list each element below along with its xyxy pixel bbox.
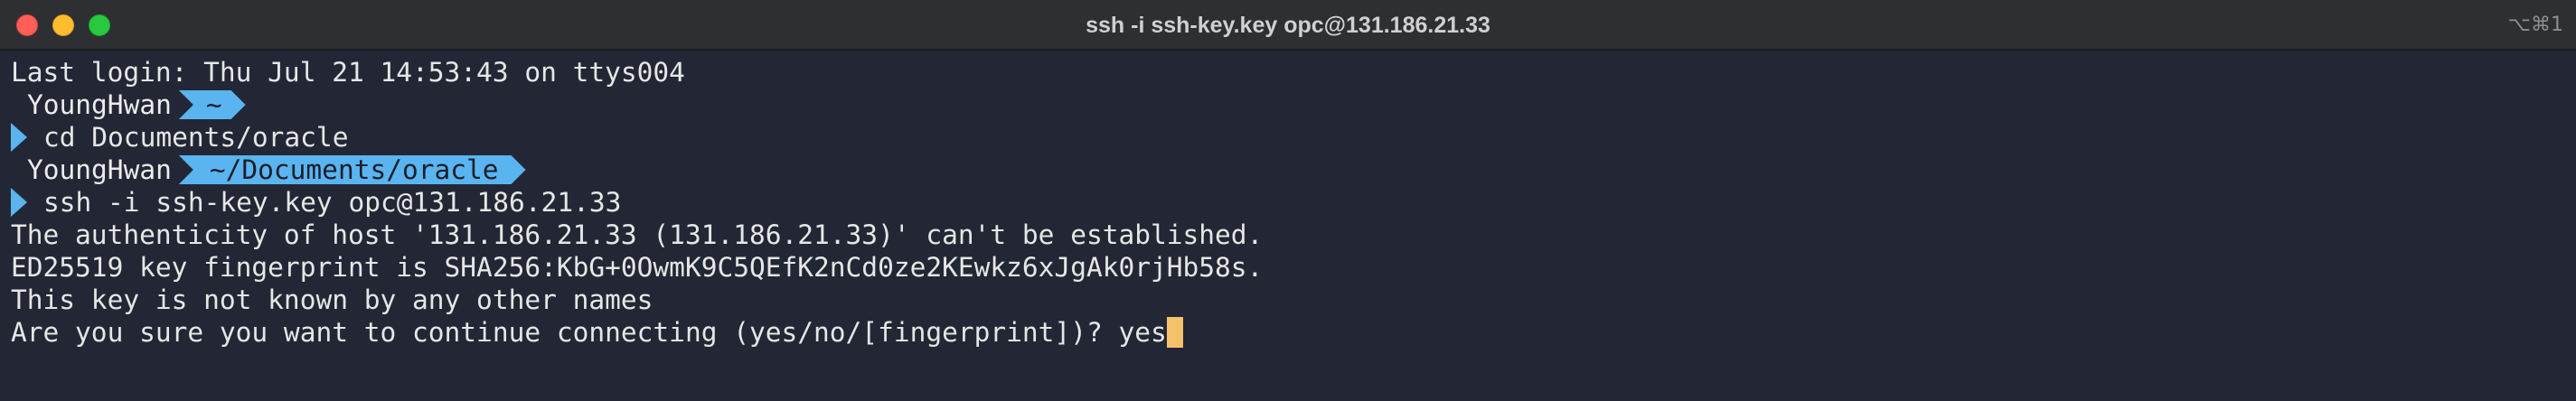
command-text: ssh -i ssh-key.key opc@131.186.21.33 bbox=[43, 187, 622, 218]
prompt-caret-icon bbox=[11, 123, 27, 152]
prompt-line: YoungHwan ~ bbox=[11, 89, 2576, 121]
prompt-directory-segment: ~ bbox=[179, 90, 246, 119]
command-text: cd Documents/oracle bbox=[43, 122, 349, 153]
command-line: cd Documents/oracle bbox=[11, 121, 2576, 154]
prompt-user: YoungHwan bbox=[27, 89, 172, 120]
prompt-directory-segment: ~/Documents/oracle bbox=[179, 155, 526, 184]
tab-shortcut-label: ⌥⌘1 bbox=[2507, 14, 2563, 36]
output-line: This key is not known by any other names bbox=[11, 284, 653, 315]
last-login-line: Last login: Thu Jul 21 14:53:43 on ttys0… bbox=[11, 57, 685, 88]
terminal-output[interactable]: Last login: Thu Jul 21 14:53:43 on ttys0… bbox=[11, 56, 2576, 349]
text-cursor bbox=[1166, 317, 1183, 348]
typed-input[interactable]: yes bbox=[1118, 317, 1166, 348]
prompt-user: YoungHwan bbox=[27, 154, 172, 185]
title-bar[interactable]: ssh -i ssh-key.key opc@131.186.21.33 ⌥⌘1 bbox=[0, 0, 2576, 51]
window-title: ssh -i ssh-key.key opc@131.186.21.33 bbox=[1086, 13, 1490, 38]
output-line: ED25519 key fingerprint is SHA256:KbG+0O… bbox=[11, 252, 1264, 283]
prompt-caret-icon bbox=[11, 188, 27, 217]
confirmation-prompt: Are you sure you want to continue connec… bbox=[11, 317, 1119, 348]
output-line: The authenticity of host '131.186.21.33 … bbox=[11, 219, 1264, 250]
input-line[interactable]: Are you sure you want to continue connec… bbox=[11, 316, 2576, 349]
terminal-window: ssh -i ssh-key.key opc@131.186.21.33 ⌥⌘1… bbox=[0, 0, 2576, 401]
command-line: ssh -i ssh-key.key opc@131.186.21.33 bbox=[11, 186, 2576, 219]
prompt-line: YoungHwan ~/Documents/oracle bbox=[11, 154, 2576, 186]
